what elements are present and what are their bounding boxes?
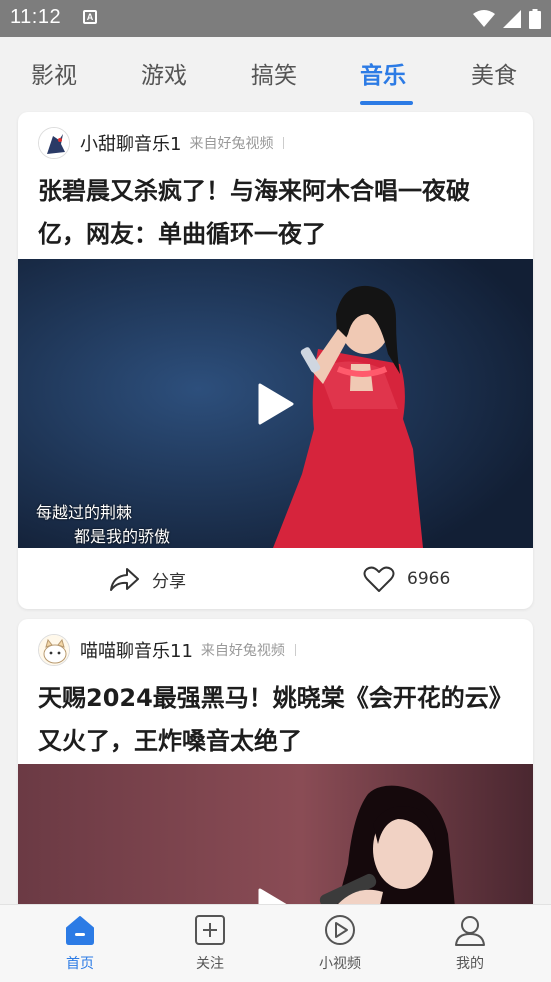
active-tab-indicator bbox=[360, 101, 413, 105]
author-name[interactable]: 小甜聊音乐1 bbox=[80, 130, 181, 156]
add-box-icon bbox=[195, 915, 225, 945]
card-title[interactable]: 天赐2024最强黑马！姚晓棠《会开花的云》又火了，王炸嗓音太绝了 bbox=[38, 677, 513, 763]
share-label: 分享 bbox=[152, 571, 186, 592]
share-button[interactable]: 分享 bbox=[108, 548, 186, 609]
divider bbox=[294, 644, 296, 656]
card-actions: 分享 6966 bbox=[18, 548, 533, 609]
nav-profile[interactable]: 我的 bbox=[430, 913, 510, 973]
bottom-nav: 首页 关注 小视频 我的 bbox=[0, 904, 551, 982]
tab-food[interactable]: 美食 bbox=[471, 56, 517, 90]
source-label: 来自好兔视频 bbox=[189, 136, 274, 152]
avatar[interactable] bbox=[38, 634, 70, 666]
nav-follow[interactable]: 关注 bbox=[170, 913, 250, 973]
category-tabs: 影视 游戏 搞笑 音乐 美食 bbox=[0, 37, 551, 110]
divider bbox=[283, 137, 285, 149]
avatar[interactable] bbox=[38, 127, 70, 159]
video-subtitle: 每越过的荆棘 bbox=[36, 503, 133, 522]
tab-music[interactable]: 音乐 bbox=[360, 56, 406, 90]
nav-follow-label: 关注 bbox=[196, 956, 224, 972]
author-name[interactable]: 喵喵聊音乐11 bbox=[80, 637, 193, 663]
status-time: 11:12 bbox=[10, 6, 62, 28]
feed-card[interactable]: 小甜聊音乐1 来自好兔视频 张碧晨又杀疯了！与海来阿木合唱一夜破亿，网友：单曲循… bbox=[18, 112, 533, 609]
like-count: 6966 bbox=[407, 569, 451, 589]
heart-icon bbox=[363, 566, 395, 592]
video-subtitle: 都是我的骄傲 bbox=[74, 527, 171, 546]
home-icon bbox=[66, 916, 94, 945]
card-header: 喵喵聊音乐11 来自好兔视频 bbox=[38, 633, 296, 667]
signal-icon bbox=[503, 10, 521, 28]
wifi-icon bbox=[473, 10, 495, 27]
feed-card[interactable]: 喵喵聊音乐11 来自好兔视频 天赐2024最强黑马！姚晓棠《会开花的云》又火了，… bbox=[18, 619, 533, 939]
video-thumbnail[interactable]: 每越过的荆棘 都是我的骄傲 bbox=[18, 259, 533, 548]
share-icon bbox=[110, 568, 139, 591]
tab-games[interactable]: 游戏 bbox=[141, 56, 187, 90]
tab-movies[interactable]: 影视 bbox=[31, 56, 77, 90]
source-label: 来自好兔视频 bbox=[200, 643, 285, 659]
nav-home-label: 首页 bbox=[66, 956, 94, 972]
card-header: 小甜聊音乐1 来自好兔视频 bbox=[38, 126, 285, 160]
status-bar: 11:12 A bbox=[0, 0, 551, 37]
nav-home[interactable]: 首页 bbox=[40, 913, 120, 973]
play-circle-icon bbox=[325, 915, 355, 945]
card-title[interactable]: 张碧晨又杀疯了！与海来阿木合唱一夜破亿，网友：单曲循环一夜了 bbox=[38, 170, 513, 256]
nav-short-video[interactable]: 小视频 bbox=[300, 913, 380, 973]
nav-short-video-label: 小视频 bbox=[319, 956, 361, 972]
like-button[interactable]: 6966 bbox=[363, 548, 450, 609]
battery-icon bbox=[529, 9, 541, 29]
tab-funny[interactable]: 搞笑 bbox=[251, 56, 297, 90]
nav-profile-label: 我的 bbox=[456, 956, 484, 972]
play-icon[interactable] bbox=[258, 383, 294, 425]
user-icon bbox=[455, 916, 485, 946]
notification-icon: A bbox=[83, 10, 97, 24]
